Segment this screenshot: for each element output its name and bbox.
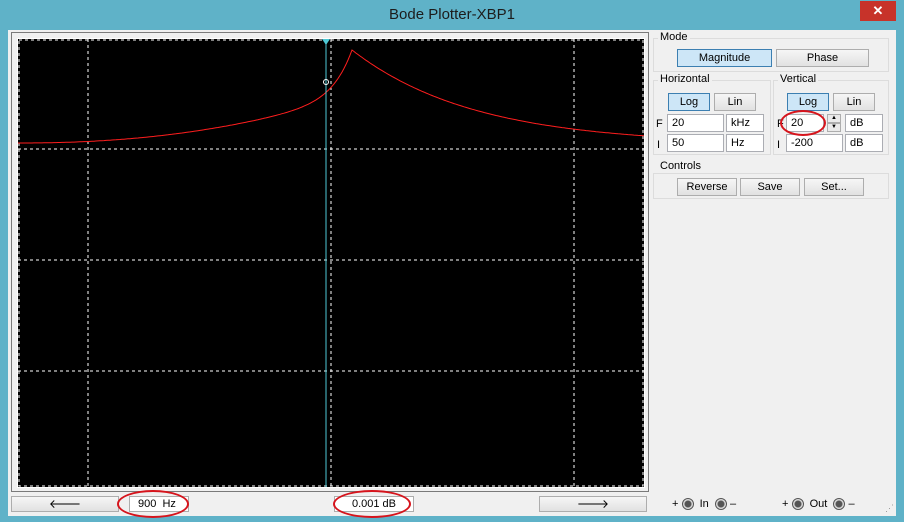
- out-plus-label: +: [782, 498, 789, 510]
- plot-svg: [18, 39, 644, 487]
- vertical-final-unit[interactable]: dB: [845, 114, 883, 132]
- mode-label: Mode: [658, 31, 690, 43]
- title-bar[interactable]: Bode Plotter-XBP1 ✕: [0, 0, 904, 30]
- horizontal-initial-unit[interactable]: Hz: [726, 134, 764, 152]
- vertical-log-button[interactable]: Log: [787, 93, 829, 111]
- plot-frame: [11, 32, 649, 492]
- frequency-value: 900: [138, 498, 157, 510]
- out-plus-terminal-icon[interactable]: [791, 498, 804, 511]
- out-minus-terminal-icon[interactable]: [833, 498, 846, 511]
- vertical-final-input[interactable]: 20: [786, 114, 824, 132]
- save-button[interactable]: Save: [740, 178, 800, 196]
- in-plus-terminal-icon[interactable]: [681, 498, 694, 511]
- frequency-unit: Hz: [162, 498, 176, 510]
- arrow-left-icon: 🡐: [48, 497, 82, 511]
- output-terminals: + Out –: [782, 498, 855, 511]
- out-minus-label: –: [848, 498, 855, 510]
- spin-up-icon[interactable]: ▲: [827, 114, 841, 123]
- horizontal-final-label: F: [656, 118, 663, 130]
- vertical-initial-input[interactable]: -200: [786, 134, 843, 152]
- magnitude-readout: 0.001 dB: [334, 496, 414, 512]
- phase-button[interactable]: Phase: [776, 49, 869, 67]
- vertical-final-spinner[interactable]: ▲ ▼: [827, 114, 841, 132]
- reverse-button[interactable]: Reverse: [677, 178, 737, 196]
- bode-plot-display[interactable]: [17, 38, 645, 488]
- magnitude-button[interactable]: Magnitude: [677, 49, 772, 67]
- vertical-initial-label: I: [777, 139, 781, 151]
- vertical-lin-button[interactable]: Lin: [833, 93, 875, 111]
- arrow-right-icon: 🡒: [576, 497, 610, 511]
- vertical-label: Vertical: [778, 73, 819, 85]
- window-title: Bode Plotter-XBP1: [389, 6, 515, 23]
- cursor-left-button[interactable]: 🡐: [11, 496, 119, 512]
- vertical-final-label: F: [777, 118, 784, 130]
- cursor-right-button[interactable]: 🡒: [539, 496, 647, 512]
- horizontal-final-input[interactable]: 20: [667, 114, 724, 132]
- frequency-readout: 900 Hz: [129, 496, 189, 512]
- horizontal-log-button[interactable]: Log: [668, 93, 710, 111]
- bode-plotter-window: Bode Plotter-XBP1 ✕ 🡐 900 Hz 0.001 dB 🡒 …: [0, 0, 904, 522]
- horizontal-lin-button[interactable]: Lin: [714, 93, 756, 111]
- spin-down-icon[interactable]: ▼: [827, 123, 841, 132]
- settings-panel: Mode Magnitude Phase Horizontal Log Lin …: [653, 30, 893, 200]
- out-label: Out: [809, 498, 828, 510]
- close-button[interactable]: ✕: [860, 1, 896, 21]
- horizontal-label: Horizontal: [658, 73, 712, 85]
- in-minus-label: –: [730, 498, 737, 510]
- client-area: 🡐 900 Hz 0.001 dB 🡒 Mode Magnitude Phase…: [8, 30, 896, 518]
- set-button[interactable]: Set...: [804, 178, 864, 196]
- in-plus-label: +: [672, 498, 679, 510]
- horizontal-final-unit[interactable]: kHz: [726, 114, 764, 132]
- in-minus-terminal-icon[interactable]: [714, 498, 727, 511]
- in-label: In: [699, 498, 709, 510]
- resize-grip-icon[interactable]: ⋰: [885, 503, 894, 514]
- controls-label: Controls: [658, 160, 703, 172]
- horizontal-initial-label: I: [657, 139, 661, 151]
- horizontal-initial-input[interactable]: 50: [667, 134, 724, 152]
- vertical-initial-unit[interactable]: dB: [845, 134, 883, 152]
- input-terminals: + In –: [672, 498, 737, 511]
- plot-bottom-bar: 🡐 900 Hz 0.001 dB 🡒: [11, 490, 649, 518]
